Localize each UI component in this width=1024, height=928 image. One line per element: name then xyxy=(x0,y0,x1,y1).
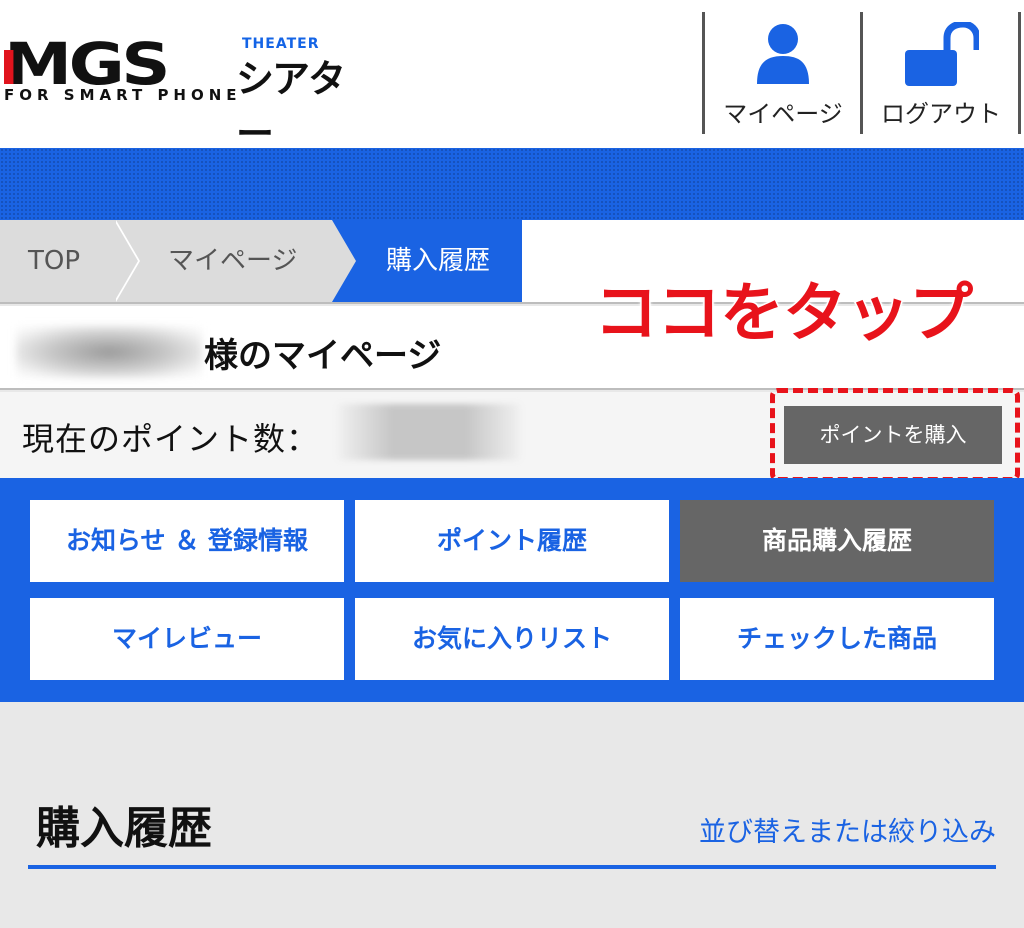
logout-label: ログアウト xyxy=(881,100,1001,128)
section-title: 購入履歴 xyxy=(36,803,212,854)
menu-purchase-history[interactable]: 商品購入履歴 xyxy=(680,500,994,582)
logout-button[interactable]: ログアウト xyxy=(863,12,1019,134)
logo-theater-ja: シアター xyxy=(236,57,346,156)
menu-checked-items[interactable]: チェックした商品 xyxy=(680,598,994,680)
blurred-point-balance xyxy=(338,404,520,460)
mypage-label: マイページ xyxy=(723,100,843,128)
highlight-dashed-box xyxy=(770,388,1020,482)
header-banner-band xyxy=(0,148,1024,220)
sort-filter-link[interactable]: 並び替えまたは絞り込み xyxy=(699,810,996,849)
section-divider xyxy=(28,865,996,869)
tap-here-annotation: ココをタップ xyxy=(593,276,975,353)
logo-mgs-text: MGS xyxy=(4,30,171,98)
logo-tagline: FOR SMART PHONE xyxy=(4,86,242,104)
breadcrumb-separator xyxy=(114,220,138,302)
menu-my-reviews[interactable]: マイレビュー xyxy=(30,598,344,680)
mypage-menu: お知らせ ＆ 登録情報 ポイント履歴 商品購入履歴 マイレビュー お気に入りリス… xyxy=(0,478,1024,702)
menu-notices-registration[interactable]: お知らせ ＆ 登録情報 xyxy=(30,500,344,582)
header-divider xyxy=(1018,12,1021,134)
breadcrumb-separator xyxy=(332,220,356,302)
menu-point-history[interactable]: ポイント履歴 xyxy=(355,500,669,582)
menu-favorites[interactable]: お気に入りリスト xyxy=(355,598,669,680)
points-label: 現在のポイント数： xyxy=(22,420,320,458)
mgs-theater-logo[interactable]: MGS THEATER シアター FOR SMART PHONE xyxy=(4,30,364,156)
unlock-icon xyxy=(905,22,979,86)
app-header: MGS THEATER シアター FOR SMART PHONE マイページ ロ… xyxy=(0,0,1024,156)
greeting-text: 様のマイページ xyxy=(204,336,442,376)
breadcrumb-current: 購入履歴 xyxy=(332,220,522,302)
breadcrumb-mypage[interactable]: マイページ xyxy=(116,220,356,302)
blurred-username xyxy=(16,326,202,378)
mypage-button[interactable]: マイページ xyxy=(705,12,861,134)
person-icon xyxy=(757,24,809,84)
